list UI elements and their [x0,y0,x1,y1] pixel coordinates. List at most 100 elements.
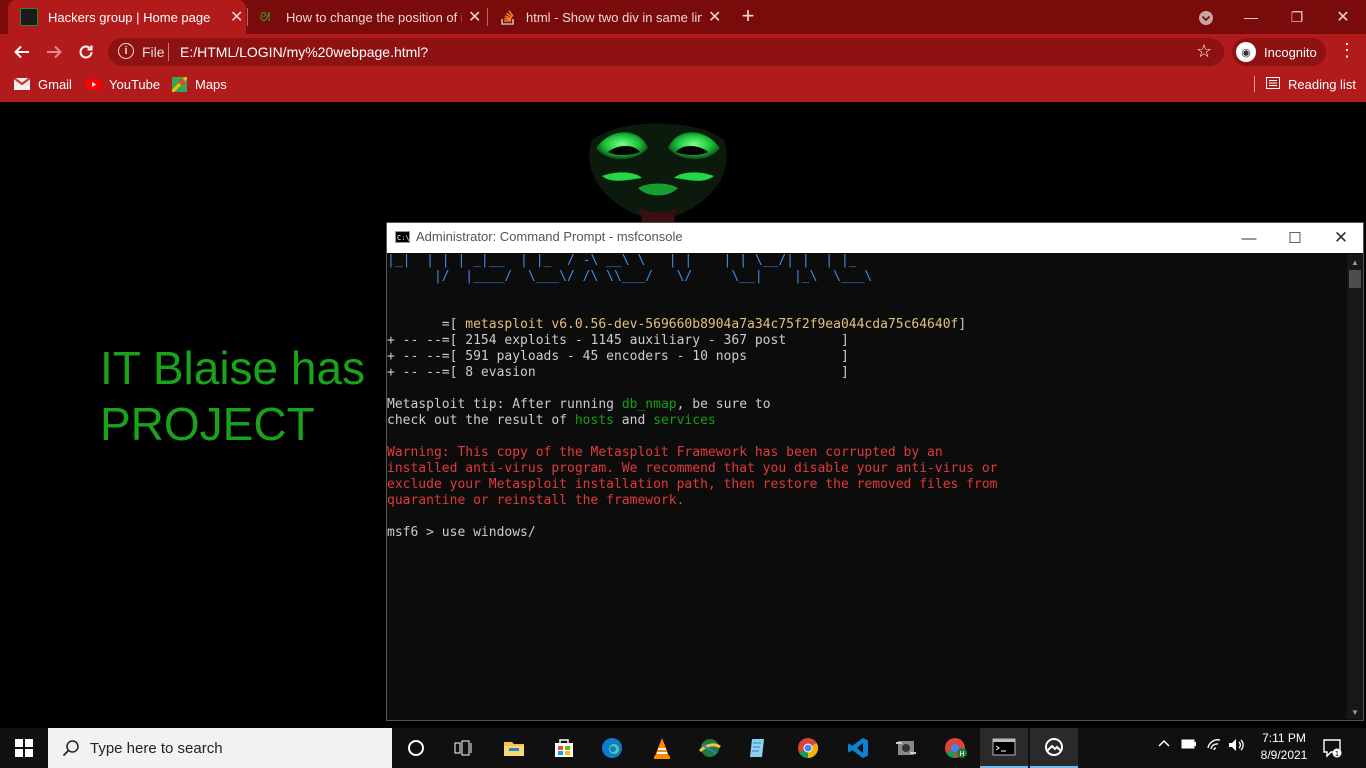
tool-icon[interactable] [882,728,930,768]
bookmark-maps[interactable]: Maps [172,70,227,98]
version-line: =[ metasploit v6.0.56-dev-569660b8904a7a… [387,317,1345,333]
cmd-scrollbar[interactable] [1347,254,1363,719]
gmail-icon [14,78,30,90]
tip-command: db_nmap [621,397,677,412]
tab-show-two-div[interactable]: html - Show two div in same line ✕ [488,0,726,34]
vlc-icon[interactable] [638,728,686,768]
battery-icon[interactable] [1181,738,1197,753]
scroll-down-icon[interactable]: ▼ [1347,704,1363,720]
headline-line-2: PROJECT [100,398,315,450]
vscode-icon[interactable] [834,728,882,768]
chrome-icon[interactable] [784,728,832,768]
prompt-line[interactable]: msf6 > use windows/ [387,525,1345,541]
volume-icon[interactable] [1228,738,1246,755]
cmd-minimize-icon[interactable]: — [1226,223,1272,253]
address-divider [168,43,169,61]
bookmark-star-icon[interactable]: ☆ [1196,41,1212,62]
reload-icon[interactable] [74,40,98,64]
reading-list-icon [1266,76,1280,92]
address-url[interactable]: E:/HTML/LOGIN/my%20webpage.html? [180,44,428,60]
warning-line: exclude your Metasploit installation pat… [387,477,998,492]
tab-close-icon[interactable]: ✕ [230,7,243,27]
scroll-up-icon[interactable]: ▲ [1347,254,1363,270]
chrome-profile-icon[interactable]: H [932,728,980,768]
tip-command: hosts [574,413,614,428]
tab-hackers-group[interactable]: Hackers group | Home page ✕ [8,0,246,34]
minimize-icon[interactable]: — [1228,0,1274,34]
cmd-close-icon[interactable]: ✕ [1318,223,1364,253]
hacker-favicon-icon [20,8,38,26]
cmd-title: Administrator: Command Prompt - msfconso… [416,229,683,244]
notification-icon[interactable]: 1 [1322,738,1342,758]
hacker-favicon-icon: ᘛ [260,10,271,24]
idm-icon[interactable] [686,728,734,768]
tip-text: and [613,413,654,428]
page-headline: IT Blaise has PROJECT [100,340,365,452]
cmd-taskbar-icon[interactable] [980,728,1028,768]
svg-text:H: H [959,750,964,758]
banner-line: |/ |____/ \___\/ /\ \\___/ \/ \__| |_\ \… [387,269,873,284]
tab-label: html - Show two div in same line [526,9,702,25]
version-text: metasploit v6.0.56-dev-569660b8904a7a34c… [465,317,959,332]
banner-line: |_| | | | _|__ | |_ / -\ __\ \ | | | | \… [387,253,857,268]
bookmark-label: Gmail [38,76,72,92]
clock-time: 7:11 PM [1262,731,1306,745]
tab-close-icon[interactable]: ✕ [468,7,481,27]
clock-date: 8/9/2021 [1260,748,1308,762]
cortana-icon[interactable] [392,728,440,768]
tip-command: services [653,413,716,428]
taskbar-search[interactable]: Type here to search [48,728,392,768]
headline-line-1: IT Blaise has [100,342,366,394]
forward-icon[interactable] [42,40,66,64]
task-view-icon[interactable] [440,728,488,768]
incognito-profile-button[interactable]: ◉ Incognito [1232,38,1326,66]
warning-line: installed anti-virus program. We recomme… [387,461,998,476]
store-icon[interactable] [540,728,588,768]
stats-line: + -- --=[ 8 evasion ] [387,365,849,380]
cmd-icon: C:\ [395,231,410,243]
notepad-icon[interactable] [734,728,782,768]
start-button[interactable] [0,728,48,768]
new-tab-button[interactable]: + [736,3,760,28]
warning-line: Warning: This copy of the Metasploit Fra… [387,445,943,460]
taskbar-clock[interactable]: 7:11 PM 8/9/2021 [1252,730,1316,764]
bookmark-label: YouTube [109,76,161,92]
tab-label: Hackers group | Home page [48,9,211,25]
bookmarks-divider [1254,76,1255,92]
incognito-icon: ◉ [1236,42,1256,62]
photos-icon[interactable] [1030,728,1078,768]
stats-line: + -- --=[ 2154 exploits - 1145 auxiliary… [387,333,849,348]
bookmark-youtube[interactable]: YouTube [86,70,160,98]
stats-line: + -- --=[ 591 payloads - 45 encoders - 1… [387,349,849,364]
search-placeholder: Type here to search [90,739,223,757]
scrollbar-thumb[interactable] [1349,270,1361,288]
tab-change-position[interactable]: ᘛ How to change the position of m ✕ [248,0,486,34]
show-hidden-icons-chevron-icon[interactable] [1158,738,1170,753]
edge-icon[interactable] [588,728,636,768]
close-icon[interactable]: ✕ [1320,0,1366,34]
warning-line: quarantine or reinstall the framework. [387,493,685,508]
site-info-icon[interactable]: i [118,43,134,59]
back-icon[interactable] [10,40,34,64]
tab-search-icon[interactable] [1196,8,1216,28]
wifi-icon[interactable] [1206,738,1222,755]
tip-line: Metasploit tip: After running db_nmap, b… [387,397,1345,413]
reading-list-button[interactable]: Reading list [1266,70,1356,98]
bookmark-gmail[interactable]: Gmail [14,70,72,98]
tab-close-icon[interactable]: ✕ [708,7,721,27]
maps-icon [172,76,187,92]
console-output[interactable]: |_| | | | _|__ | |_ / -\ __\ \ | | | | \… [387,253,1345,719]
tip-line: check out the result of hosts and servic… [387,413,1345,429]
version-prefix: =[ [387,317,466,332]
file-explorer-icon[interactable] [490,728,538,768]
cmd-maximize-icon[interactable]: ☐ [1272,223,1318,253]
restore-icon[interactable]: ❐ [1274,0,1320,34]
incognito-label: Incognito [1264,44,1317,60]
menu-dots-icon[interactable]: ⋮ [1338,40,1356,61]
reading-list-label: Reading list [1288,76,1356,92]
